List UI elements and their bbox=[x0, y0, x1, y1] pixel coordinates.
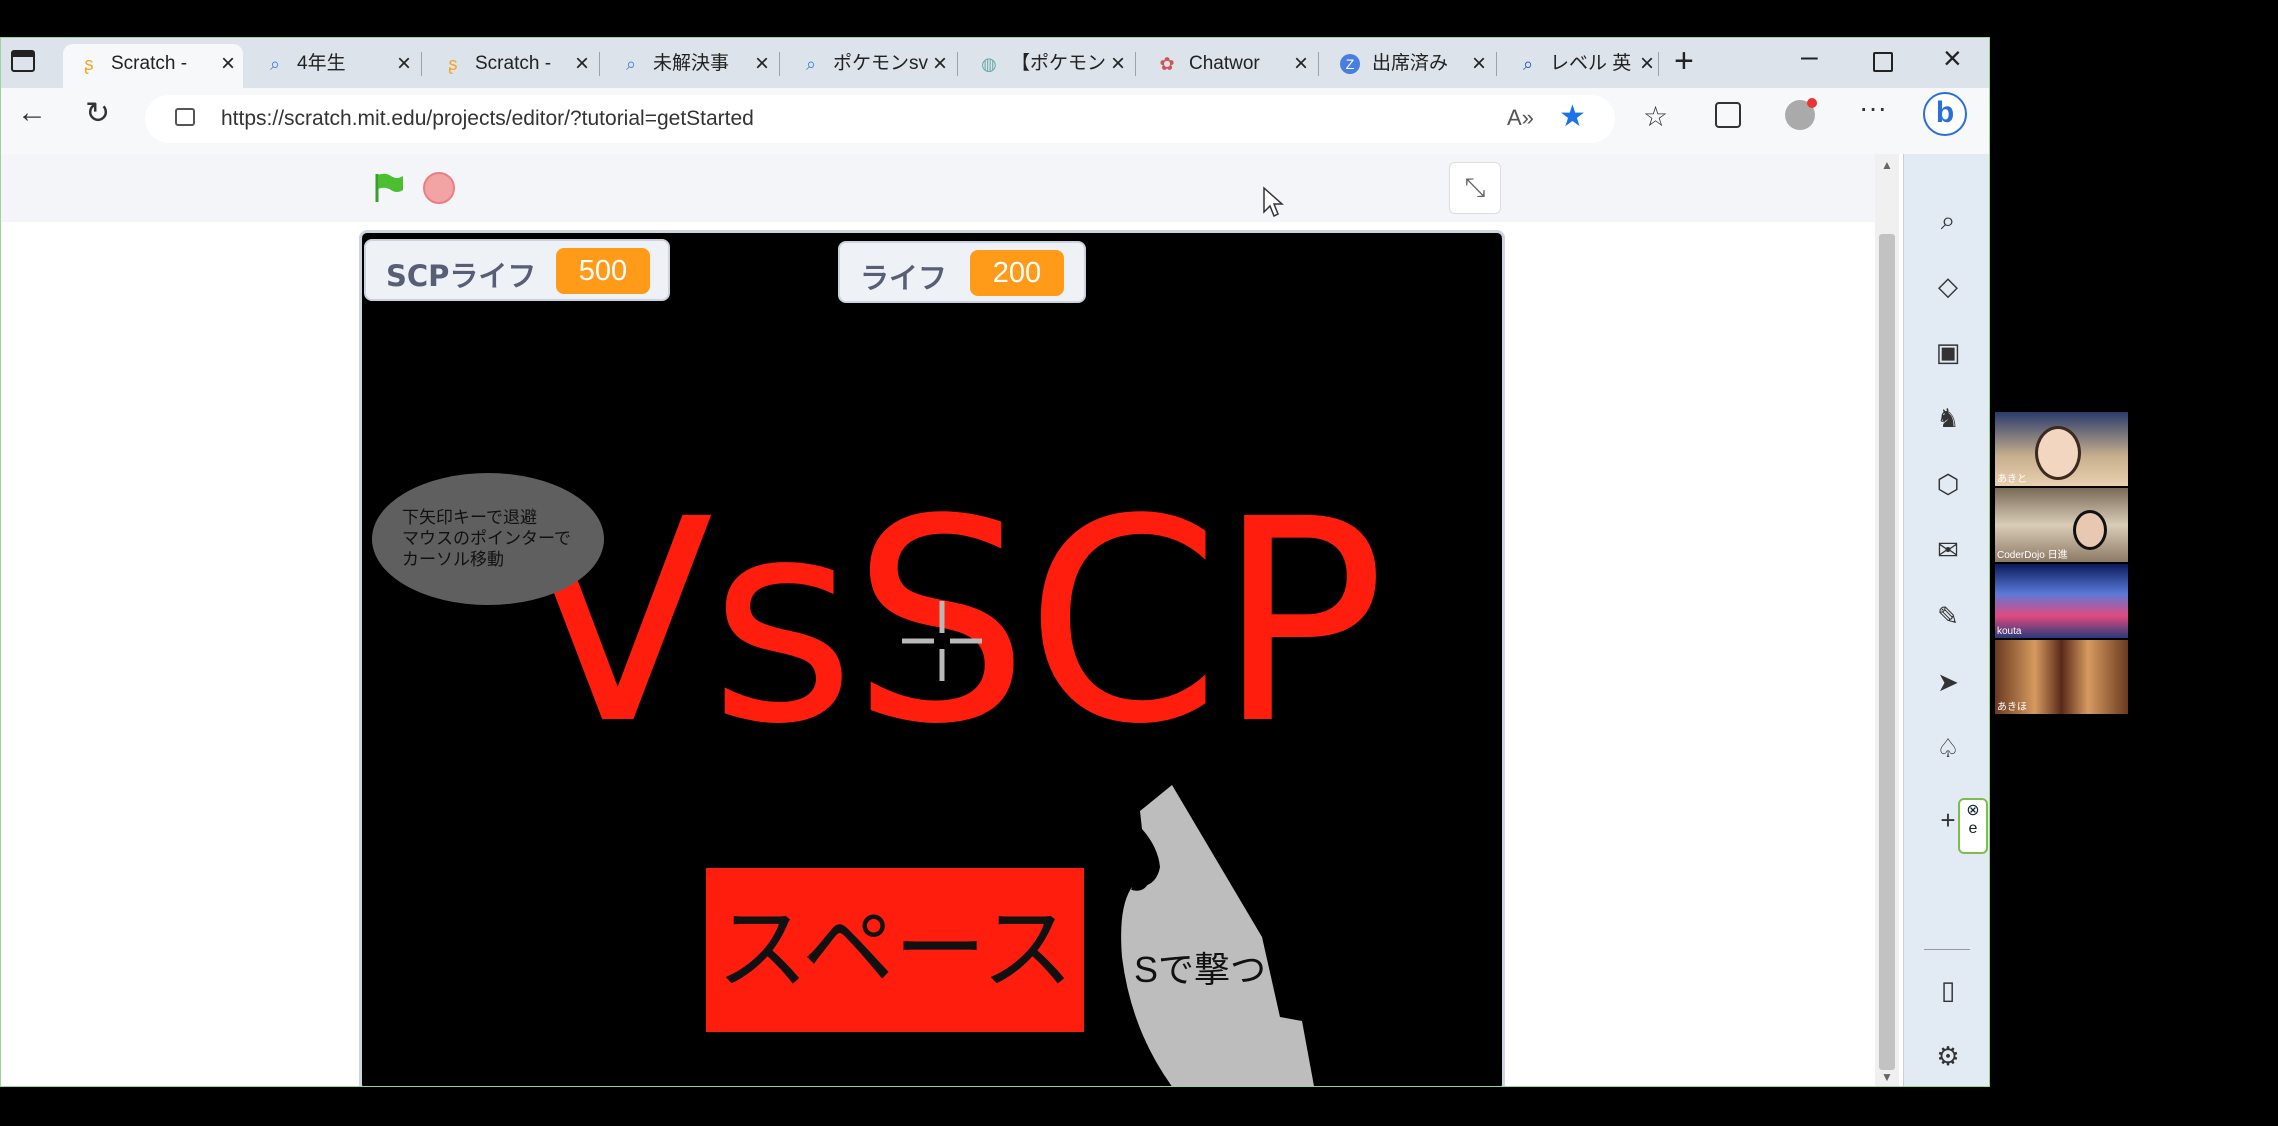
edge-sidebar: ⌕ ◇ ▣ ♞ ⬡ ✉ ✎ ➤ ♤ + ⊗ e ▯ ⚙ bbox=[1903, 154, 1989, 1086]
tab-4nensei[interactable]: ⌕ 4年生 × bbox=[249, 44, 419, 88]
scratch-icon: ʂ bbox=[448, 54, 458, 74]
instruction-line: マウスのポインターで bbox=[402, 529, 571, 548]
tab-bar: ʂ Scratch - × ⌕ 4年生 × ʂ Scratch - × ⌕ 未解… bbox=[1, 38, 1989, 88]
read-aloud-icon[interactable]: A» bbox=[1507, 105, 1534, 131]
more-menu-icon[interactable]: ··· bbox=[1859, 92, 1887, 124]
notification-icon[interactable]: ♤ bbox=[1932, 732, 1964, 764]
participant-name: kouta bbox=[1997, 626, 2022, 637]
favorites-icon[interactable]: ☆ bbox=[1643, 100, 1668, 133]
profile-avatar[interactable] bbox=[1785, 98, 1817, 130]
space-key-sign: スペース bbox=[706, 868, 1084, 1032]
page-icon: ◍ bbox=[981, 54, 997, 74]
extension-badge-icon[interactable]: ⊗ e bbox=[1958, 798, 1988, 854]
participant-name: CoderDojo 日進 bbox=[1997, 550, 2068, 561]
image-creator-icon[interactable]: ✎ bbox=[1932, 600, 1964, 632]
scroll-down-icon[interactable]: ▼ bbox=[1881, 1070, 1893, 1084]
participant-video[interactable]: kouta bbox=[1995, 564, 2128, 638]
sidebar-divider bbox=[1924, 949, 1970, 950]
mouse-cursor-icon bbox=[1263, 186, 1284, 218]
close-tab-icon[interactable]: × bbox=[575, 44, 589, 84]
close-tab-icon[interactable]: × bbox=[755, 44, 769, 84]
scp-life-value: 500 bbox=[556, 248, 650, 294]
scratch-stage[interactable]: SCPライフ 500 ライフ 200 VsSCP 下矢印キーで退避 マウスのポイ… bbox=[359, 230, 1505, 1086]
close-tab-icon[interactable]: × bbox=[1472, 44, 1486, 84]
page-content: ⤡ SCPライフ 500 ライフ 200 VsSCP 下矢印キーで退避 マウスの… bbox=[1, 154, 1881, 1086]
tab-pokemon-sv[interactable]: ⌕ ポケモンsv × bbox=[785, 44, 955, 88]
settings-gear-icon[interactable]: ⚙ bbox=[1932, 1040, 1964, 1072]
tab-scratch-1[interactable]: ʂ Scratch - × bbox=[63, 44, 243, 88]
exit-fullscreen-icon[interactable]: ⤡ bbox=[1449, 162, 1501, 214]
scrollbar-thumb[interactable] bbox=[1879, 234, 1895, 1070]
close-window-icon[interactable]: × bbox=[1943, 40, 1962, 77]
close-tab-icon[interactable]: × bbox=[933, 44, 947, 84]
favorite-star-icon[interactable]: ★ bbox=[1559, 99, 1586, 134]
life-monitor: ライフ 200 bbox=[838, 241, 1086, 303]
minimize-icon[interactable]: – bbox=[1801, 40, 1818, 74]
tab-scratch-2[interactable]: ʂ Scratch - × bbox=[427, 44, 597, 88]
new-tab-icon[interactable]: + bbox=[1674, 42, 1694, 81]
scratch-toolbar: ⤡ bbox=[1, 154, 1877, 222]
close-tab-icon[interactable]: × bbox=[1111, 44, 1125, 84]
search-icon: ⌕ bbox=[269, 54, 281, 74]
shoot-instruction: Sで撃つ bbox=[1134, 949, 1267, 990]
close-tab-icon[interactable]: × bbox=[1640, 44, 1654, 84]
tab-chatwork[interactable]: ✿ Chatwor × bbox=[1141, 44, 1316, 88]
participant-name: あきと bbox=[1997, 474, 2027, 485]
tab-attendance[interactable]: Z 出席済み × bbox=[1324, 44, 1494, 88]
stop-icon[interactable] bbox=[423, 172, 455, 204]
crosshair-sprite bbox=[902, 601, 982, 681]
scroll-up-icon[interactable]: ▲ bbox=[1881, 158, 1893, 172]
hand-sprite bbox=[1121, 785, 1314, 1086]
page-scrollbar[interactable]: ▲ ▼ bbox=[1875, 154, 1899, 1086]
shopping-tag-icon[interactable]: ◇ bbox=[1932, 270, 1964, 302]
instruction-line: 下矢印キーで退避 bbox=[402, 508, 537, 527]
close-tab-icon[interactable]: × bbox=[397, 44, 411, 84]
participant-name: あきほ bbox=[1997, 702, 2027, 713]
participant-face bbox=[2073, 510, 2107, 550]
close-tab-icon[interactable]: × bbox=[221, 44, 235, 84]
lock-icon[interactable] bbox=[175, 108, 195, 126]
chatwork-icon: ✿ bbox=[1159, 54, 1175, 74]
search-icon: ⌕ bbox=[805, 54, 817, 74]
zoom-icon: Z bbox=[1340, 54, 1360, 74]
address-bar[interactable]: https://scratch.mit.edu/projects/editor/… bbox=[145, 95, 1615, 143]
scp-life-label: SCPライフ bbox=[386, 259, 537, 293]
bing-icon[interactable]: b bbox=[1923, 92, 1967, 136]
games-icon[interactable]: ♞ bbox=[1932, 402, 1964, 434]
search-icon: ⌕ bbox=[625, 54, 637, 74]
restore-icon[interactable] bbox=[1873, 52, 1893, 72]
tab-actions-icon[interactable] bbox=[11, 50, 35, 72]
search-icon: ⌕ bbox=[1522, 54, 1534, 74]
browser-window: ʂ Scratch - × ⌕ 4年生 × ʂ Scratch - × ⌕ 未解… bbox=[0, 37, 1990, 1087]
tools-icon[interactable]: ▣ bbox=[1932, 336, 1964, 368]
instruction-line: カーソル移動 bbox=[402, 550, 504, 569]
send-icon[interactable]: ➤ bbox=[1932, 666, 1964, 698]
participant-video[interactable]: あきと bbox=[1995, 412, 2128, 486]
refresh-icon[interactable]: ↻ bbox=[85, 96, 110, 131]
office-icon[interactable]: ⬡ bbox=[1932, 468, 1964, 500]
participant-face bbox=[2035, 426, 2081, 480]
participant-video[interactable]: CoderDojo 日進 bbox=[1995, 488, 2128, 562]
green-flag-icon[interactable] bbox=[373, 172, 405, 204]
life-value: 200 bbox=[970, 250, 1064, 296]
address-bar-row: ← ↻ https://scratch.mit.edu/projects/edi… bbox=[1, 88, 1989, 154]
close-tab-icon[interactable]: × bbox=[1294, 44, 1308, 84]
collections-icon[interactable] bbox=[1715, 102, 1741, 128]
tab-pokemon[interactable]: ◍ 【ポケモン × bbox=[963, 44, 1133, 88]
back-icon[interactable]: ← bbox=[17, 96, 47, 130]
scratch-icon: ʂ bbox=[84, 54, 94, 74]
tab-level-english[interactable]: ⌕ レベル 英 × bbox=[1502, 44, 1662, 88]
instructions-bubble: 下矢印キーで退避 マウスのポインターで カーソル移動 bbox=[372, 473, 604, 605]
search-icon[interactable]: ⌕ bbox=[1932, 204, 1964, 236]
life-label: ライフ bbox=[860, 261, 948, 295]
scp-life-monitor: SCPライフ 500 bbox=[364, 239, 670, 301]
participant-video[interactable]: あきほ bbox=[1995, 640, 2128, 714]
sidebar-toggle-icon[interactable]: ▯ bbox=[1932, 974, 1964, 1006]
tab-unsolved[interactable]: ⌕ 未解決事 × bbox=[605, 44, 777, 88]
outlook-icon[interactable]: ✉ bbox=[1932, 534, 1964, 566]
url-text[interactable]: https://scratch.mit.edu/projects/editor/… bbox=[221, 107, 754, 131]
